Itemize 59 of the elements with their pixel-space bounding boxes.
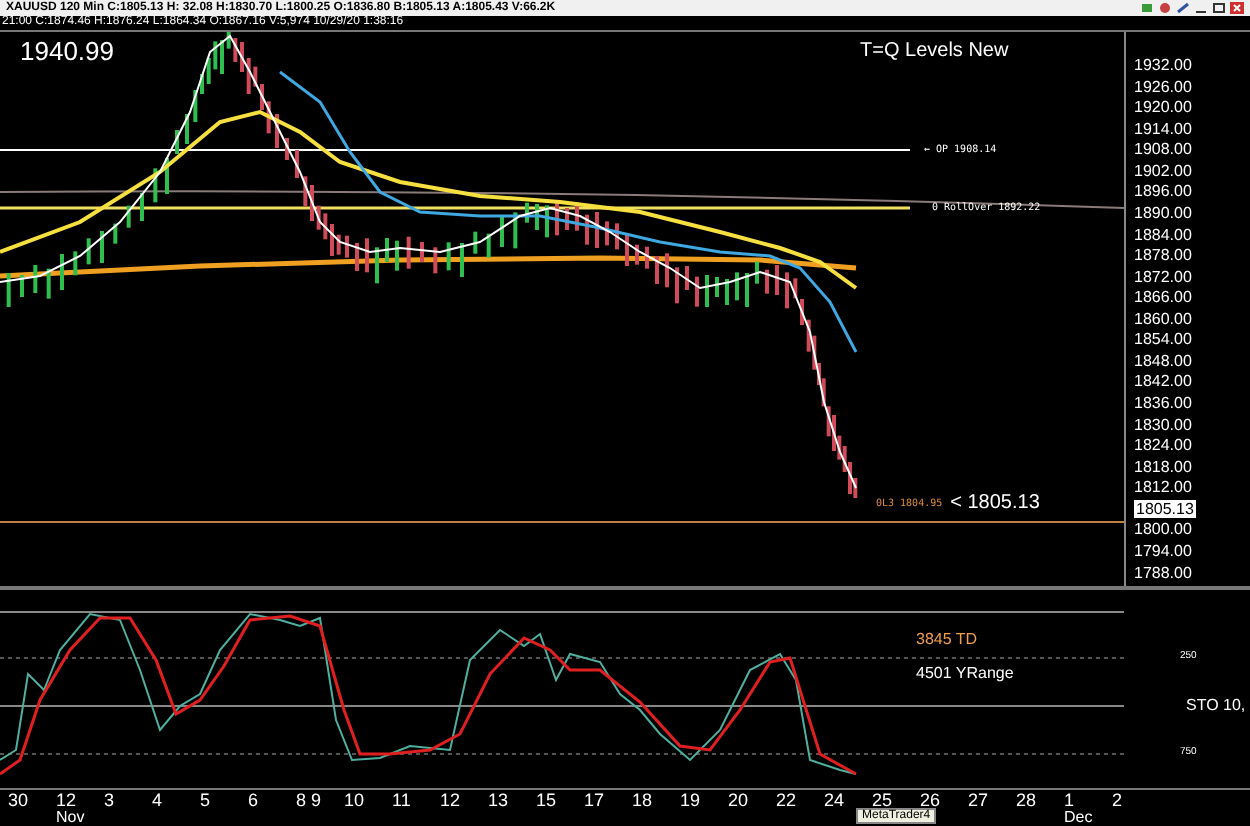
date-tick: 18 <box>632 790 653 810</box>
date-tick: 13 <box>488 790 509 810</box>
date-tick: 8 9 <box>296 790 322 810</box>
date-tick: 24 <box>824 790 845 810</box>
date-tick: 4 <box>152 790 163 810</box>
date-tick: 28 <box>1016 790 1037 810</box>
price-tick: 1800.00 <box>1134 520 1194 539</box>
date-tick: 20 <box>728 790 749 810</box>
price-tick: 1860.00 <box>1134 309 1194 328</box>
date-tick: 30 <box>8 790 29 810</box>
indicator-name: STO 10, <box>1186 695 1246 714</box>
date-tick: 19 <box>680 790 701 810</box>
date-tick: 12 <box>440 790 461 810</box>
date-tick: 25 <box>872 790 893 810</box>
price-tick: 1812.00 <box>1134 478 1194 497</box>
price-tick: 1920.00 <box>1134 98 1194 117</box>
price-tick: 1932.00 <box>1134 56 1194 74</box>
date-tick: 3 <box>104 790 115 810</box>
current-price-label: 1805.13 <box>1134 499 1196 518</box>
month-label: Dec <box>1064 810 1093 826</box>
indicator-label: 4501 YRange <box>916 663 1014 682</box>
high-price-label: 1940.99 <box>20 36 114 66</box>
price-tick: 1848.00 <box>1134 351 1194 370</box>
price-tick: 1908.00 <box>1134 140 1194 159</box>
price-tick: 1854.00 <box>1134 330 1194 349</box>
price-tick: 1788.00 <box>1134 563 1194 581</box>
price-tick: 1818.00 <box>1134 457 1194 476</box>
date-tick: 22 <box>776 790 797 810</box>
date-tick: 2 <box>1112 790 1123 810</box>
price-tick: 1902.00 <box>1134 161 1194 180</box>
date-tick: 12 <box>56 790 77 810</box>
price-marker: < 1805.13 <box>950 492 1040 514</box>
indicator-title: T=Q Levels New <box>860 40 1009 62</box>
price-tick: 1890.00 <box>1134 203 1194 222</box>
price-tick: 1794.00 <box>1134 541 1194 560</box>
price-tick: 1830.00 <box>1134 415 1194 434</box>
price-tick: 1836.00 <box>1134 394 1194 412</box>
price-tick: 1896.00 <box>1134 182 1194 201</box>
price-tick: 1866.00 <box>1134 288 1194 307</box>
price-tick: 1926.00 <box>1134 77 1194 96</box>
date-tick: 11 <box>392 790 411 810</box>
price-tick: 1824.00 <box>1134 436 1194 455</box>
price-tick: 1914.00 <box>1134 119 1194 138</box>
date-tick: 1 <box>1064 790 1075 810</box>
price-tick: 1872.00 <box>1134 267 1194 286</box>
price-tick: 1842.00 <box>1134 372 1194 391</box>
price-tick: 1878.00 <box>1134 246 1194 265</box>
date-tick: 10 <box>344 790 365 810</box>
date-tick: 5 <box>200 790 211 810</box>
date-tick: 6 <box>248 790 259 810</box>
close-icon[interactable] <box>1230 2 1244 14</box>
indicator-label: 3845 TD <box>916 629 980 648</box>
date-tick: 27 <box>968 790 989 810</box>
price-tick: 1884.00 <box>1134 225 1194 243</box>
date-tick: 15 <box>536 790 557 810</box>
date-tick: 17 <box>584 790 605 810</box>
date-tick: 26 <box>920 790 941 810</box>
maximize-icon[interactable] <box>1212 2 1226 14</box>
month-label: Nov <box>56 810 85 826</box>
